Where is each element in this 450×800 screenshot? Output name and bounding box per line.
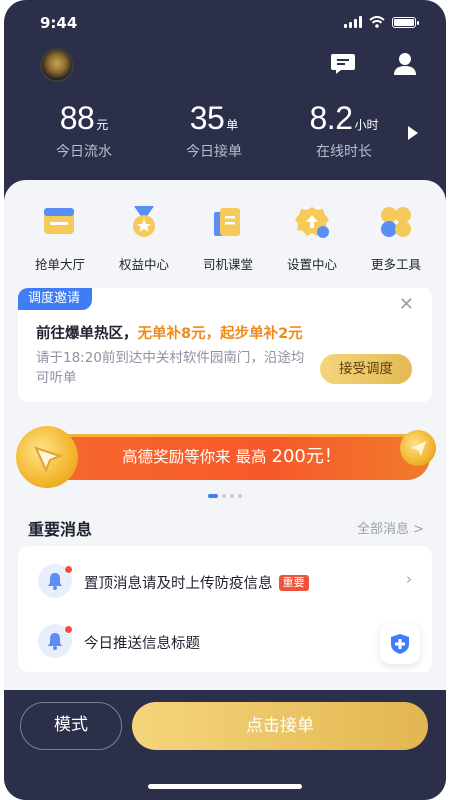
avatar[interactable] — [40, 48, 74, 82]
grid-item-more-tools[interactable]: 更多工具 — [352, 204, 440, 273]
all-messages-link[interactable]: 全部消息 > — [357, 518, 424, 537]
stat-label: 今日流水 — [56, 144, 112, 160]
hall-icon — [44, 208, 74, 234]
bottom-action-bar: 模式 点击接单 — [4, 690, 446, 800]
grid-label: 司机课堂 — [202, 257, 253, 272]
shield-icon — [391, 634, 409, 654]
dispatch-card: 调度邀请 ✕ 前往爆单热区，无单补8元，起步单补2元 请于18:20前到达中关村… — [18, 288, 432, 402]
carousel-dot[interactable] — [230, 494, 234, 498]
tools-icon — [381, 207, 411, 237]
close-icon[interactable]: ✕ — [399, 294, 414, 315]
unread-dot — [64, 565, 73, 574]
dispatch-title: 前往爆单热区，无单补8元，起步单补2元 — [36, 322, 303, 343]
status-bar: 9:44 — [4, 0, 446, 48]
banner-amount: 200 — [271, 446, 306, 467]
banner-text: 高德奖励等你来 最高 200元！ — [34, 434, 430, 480]
grid-label: 设置中心 — [286, 257, 337, 272]
messages-card: 置顶消息请及时上传防疫信息 重要 › 今日推送信息标题 — [18, 546, 432, 672]
carousel-dot[interactable] — [238, 494, 242, 498]
important-badge: 重要 — [278, 575, 309, 591]
status-icons — [344, 16, 419, 28]
message-text: 置顶消息请及时上传防疫信息 重要 — [84, 572, 309, 593]
mode-button[interactable]: 模式 — [20, 702, 122, 750]
grid-item-settings[interactable]: 设置中心 — [268, 204, 356, 273]
take-order-button[interactable]: 点击接单 — [132, 702, 428, 750]
stat-value: 88 — [59, 100, 95, 136]
stat-orders[interactable]: 35 单 今日接单 — [154, 100, 274, 161]
message-item[interactable]: 今日推送信息标题 — [18, 610, 432, 666]
book-icon — [214, 208, 240, 236]
stat-unit: 小时 — [354, 118, 379, 132]
messages-section-title: 重要消息 — [28, 520, 93, 539]
user-icon[interactable] — [392, 52, 418, 76]
stat-revenue[interactable]: 88 元 今日流水 — [24, 100, 144, 161]
signal-icon — [344, 16, 362, 28]
dispatch-title-highlight: 无单补8元，起步单补2元 — [137, 326, 303, 342]
chevron-right-icon[interactable]: › — [406, 570, 412, 588]
carousel-dot[interactable] — [208, 494, 218, 498]
message-title: 今日推送信息标题 — [84, 636, 200, 652]
stat-label: 在线时长 — [316, 144, 372, 160]
stat-online-time[interactable]: 8.2 小时 在线时长 — [284, 100, 404, 161]
unread-dot — [64, 625, 73, 634]
dispatch-description: 请于18:20前到达中关村软件园南门，沿途均可听单 — [36, 350, 305, 386]
stat-unit: 元 — [96, 118, 109, 132]
banner-suffix: 元！ — [305, 446, 342, 467]
message-icon[interactable] — [330, 52, 356, 76]
status-time: 9:44 — [40, 14, 78, 32]
home-indicator[interactable] — [148, 784, 302, 789]
feature-grid: 抢单大厅 权益中心 司机课堂 设置中心 更多工具 — [4, 204, 446, 274]
coin-icon — [16, 426, 78, 488]
coin-small-icon — [400, 430, 436, 466]
grid-label: 权益中心 — [118, 257, 169, 272]
bell-icon — [38, 564, 73, 598]
grid-item-classroom[interactable]: 司机课堂 — [184, 204, 272, 273]
carousel-dot[interactable] — [222, 494, 226, 498]
main-sheet: 抢单大厅 权益中心 司机课堂 设置中心 更多工具 调度邀请 ✕ 前往爆单热区，无… — [4, 180, 446, 690]
banner-pill: 高德奖励等你来 最高 200元！ — [34, 434, 430, 480]
banner-lead: 高德奖励等你来 最高 — [122, 448, 267, 466]
grid-item-benefits[interactable]: 权益中心 — [100, 204, 188, 273]
stat-value: 35 — [189, 100, 225, 136]
play-arrow-icon[interactable] — [408, 126, 418, 140]
carousel-dots — [4, 494, 446, 498]
message-item[interactable]: 置顶消息请及时上传防疫信息 重要 › — [18, 550, 432, 606]
grid-item-hall[interactable]: 抢单大厅 — [16, 204, 104, 273]
promo-banner[interactable]: 高德奖励等你来 最高 200元！ — [16, 426, 436, 488]
stat-value: 8.2 — [309, 100, 353, 136]
app-screen: 9:44 88 元 今日流水 35 单 今日接单 8.2 小时 在线时长 抢单大… — [4, 0, 446, 800]
medal-icon — [133, 206, 155, 237]
stat-label: 今日接单 — [186, 144, 242, 160]
stat-unit: 单 — [226, 118, 239, 132]
grid-label: 抢单大厅 — [34, 257, 85, 272]
wifi-icon — [369, 16, 385, 28]
dispatch-title-prefix: 前往爆单热区， — [36, 326, 138, 342]
safety-shield-button[interactable] — [380, 624, 420, 664]
dispatch-tag: 调度邀请 — [18, 288, 93, 310]
settings-icon — [295, 207, 329, 238]
battery-icon — [392, 16, 419, 28]
message-title: 置顶消息请及时上传防疫信息 — [84, 576, 273, 592]
stats-row: 88 元 今日流水 35 单 今日接单 8.2 小时 在线时长 — [4, 100, 446, 170]
message-text: 今日推送信息标题 — [84, 632, 200, 653]
accept-dispatch-button[interactable]: 接受调度 — [320, 354, 412, 384]
bell-icon — [38, 624, 73, 658]
grid-label: 更多工具 — [370, 257, 421, 272]
